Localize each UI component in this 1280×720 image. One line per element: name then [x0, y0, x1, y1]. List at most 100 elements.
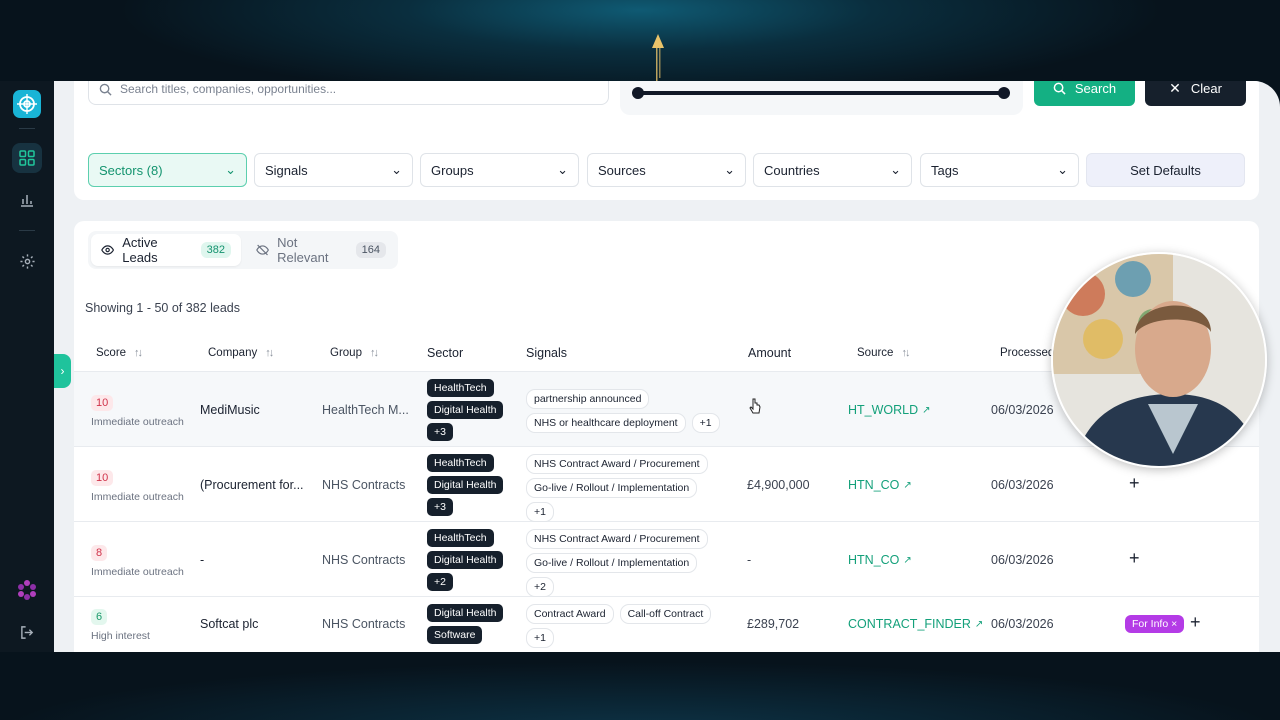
company-name[interactable]: MediMusic: [200, 403, 260, 417]
signal-tag: NHS or healthcare deployment: [526, 413, 686, 433]
signal-more-tag[interactable]: +1: [526, 502, 554, 522]
sector-tag: HealthTech: [427, 454, 494, 472]
sector-tag: HealthTech: [427, 529, 494, 547]
signal-tags: Contract Award Call-off Contract +1: [526, 604, 726, 648]
source-link[interactable]: HTN_CO ↗: [848, 553, 912, 567]
not-relevant-count: 164: [355, 242, 386, 258]
tags-dropdown[interactable]: Tags ⌄: [920, 153, 1079, 187]
source-label: HTN_CO: [848, 478, 900, 492]
signal-more-tag[interactable]: +1: [691, 413, 720, 433]
score-label: Immediate outreach: [91, 416, 184, 428]
settings-gear-icon[interactable]: [12, 246, 42, 276]
dashboard-icon[interactable]: [12, 143, 42, 173]
source-link[interactable]: HT_WORLD ↗: [848, 403, 931, 417]
score-label: High interest: [91, 630, 150, 642]
signal-tags: partnership announced NHS or healthcare …: [526, 389, 726, 433]
chevron-down-icon: ⌄: [557, 162, 568, 177]
chevron-down-icon: ⌄: [225, 162, 236, 177]
table-row[interactable]: 6 High interest Softcat plc NHS Contract…: [74, 597, 1259, 652]
source-link[interactable]: CONTRACT_FINDER ↗: [848, 617, 983, 631]
rocket-icon: [652, 34, 664, 82]
filter-panel: Search ✕ Clear Sectors (8) ⌄ Signals ⌄ G…: [74, 81, 1259, 200]
external-link-icon: ↗: [903, 554, 912, 566]
chevron-down-icon: ⌄: [1057, 162, 1068, 177]
clear-button-label: Clear: [1190, 81, 1222, 96]
sector-more-tag[interactable]: +2: [427, 573, 453, 591]
column-header-processed[interactable]: Processed: [1000, 347, 1054, 359]
dropdown-label: Signals: [265, 162, 308, 178]
analytics-icon[interactable]: [12, 185, 42, 215]
tab-not-relevant[interactable]: Not Relevant 164: [246, 234, 396, 266]
search-input[interactable]: [120, 82, 590, 96]
sector-more-tag[interactable]: +3: [427, 498, 453, 516]
search-field[interactable]: [88, 81, 609, 105]
score-badge: 10: [91, 395, 114, 411]
set-defaults-button[interactable]: Set Defaults: [1086, 153, 1245, 187]
column-header-label: Company: [208, 347, 258, 359]
signal-tag: Go-live / Rollout / Implementation: [526, 478, 698, 498]
tab-label: Not Relevant: [277, 235, 329, 265]
countries-dropdown[interactable]: Countries ⌄: [753, 153, 912, 187]
search-button[interactable]: Search: [1034, 81, 1135, 106]
signal-tag: Go-live / Rollout / Implementation: [526, 553, 698, 573]
expand-sidebar-chevron-icon[interactable]: ›: [54, 354, 71, 388]
chevron-down-icon: ⌄: [724, 162, 735, 177]
signal-more-tag[interactable]: +1: [526, 628, 554, 648]
groups-dropdown[interactable]: Groups ⌄: [420, 153, 579, 187]
dropdown-label: Sources: [598, 162, 646, 178]
score-cell: 10 Immediate outreach: [91, 395, 184, 428]
sector-tag: Digital Health: [427, 476, 504, 494]
sector-tag: Software: [427, 626, 483, 644]
column-header-label: Group: [330, 347, 362, 359]
column-header-sector: Sector: [427, 346, 463, 360]
clear-button[interactable]: ✕ Clear: [1145, 81, 1246, 106]
org-logo-icon[interactable]: [12, 575, 42, 605]
column-header-score[interactable]: Score ↑↓: [96, 347, 143, 359]
add-tag-button[interactable]: +: [1190, 612, 1201, 633]
processed-date: 06/03/2026: [991, 478, 1054, 492]
range-max-handle[interactable]: [998, 87, 1010, 99]
add-tag-button[interactable]: +: [1129, 548, 1140, 569]
score-cell: 10 Immediate outreach: [91, 470, 184, 503]
signals-dropdown[interactable]: Signals ⌄: [254, 153, 413, 187]
column-header-group[interactable]: Group ↑↓: [330, 347, 379, 359]
external-link-icon: ↗: [974, 618, 984, 630]
sort-icon: ↑↓: [369, 347, 379, 359]
signal-more-tag[interactable]: +2: [526, 577, 554, 597]
column-header-signals: Signals: [526, 346, 567, 360]
signal-tag: NHS Contract Award / Procurement: [526, 454, 708, 474]
sector-more-tag[interactable]: +3: [427, 423, 453, 441]
backdrop-bottom: [0, 652, 1280, 720]
range-track[interactable]: [638, 91, 1004, 95]
table-row[interactable]: 8 Immediate outreach - NHS Contracts Hea…: [74, 522, 1259, 597]
table-row[interactable]: 10 Immediate outreach (Procurement for..…: [74, 447, 1259, 522]
company-name[interactable]: (Procurement for...: [200, 478, 304, 492]
signal-tag: Call-off Contract: [619, 604, 712, 624]
signal-tag: NHS Contract Award / Procurement: [526, 529, 708, 549]
chevron-down-icon: ⌄: [890, 162, 901, 177]
score-badge: 6: [91, 609, 108, 625]
add-tag-button[interactable]: +: [1129, 473, 1140, 494]
sectors-dropdown[interactable]: Sectors (8) ⌄: [88, 153, 247, 187]
score-cell: 8 Immediate outreach: [91, 545, 184, 578]
tab-label: Active Leads: [122, 235, 158, 265]
column-header-label: Sector: [427, 346, 464, 360]
company-name[interactable]: -: [200, 553, 204, 567]
column-header-label: Score: [96, 347, 127, 359]
group-name: NHS Contracts: [322, 617, 406, 631]
amount-value: -: [747, 553, 752, 567]
column-header-company[interactable]: Company ↑↓: [208, 347, 274, 359]
company-name[interactable]: Softcat plc: [200, 617, 258, 631]
sidebar-divider: [19, 230, 35, 231]
tab-active-leads[interactable]: Active Leads 382: [91, 234, 241, 266]
range-min-handle[interactable]: [632, 87, 644, 99]
for-info-tag[interactable]: For Info ×: [1125, 615, 1185, 633]
logout-icon[interactable]: [12, 617, 42, 647]
source-link[interactable]: HTN_CO ↗: [848, 478, 912, 492]
sources-dropdown[interactable]: Sources ⌄: [587, 153, 746, 187]
column-header-label: Amount: [748, 346, 792, 360]
mouse-cursor-icon: [749, 398, 761, 414]
column-header-label: Source: [857, 347, 894, 359]
app-logo-icon[interactable]: [13, 90, 41, 118]
column-header-source[interactable]: Source ↑↓: [857, 347, 910, 359]
